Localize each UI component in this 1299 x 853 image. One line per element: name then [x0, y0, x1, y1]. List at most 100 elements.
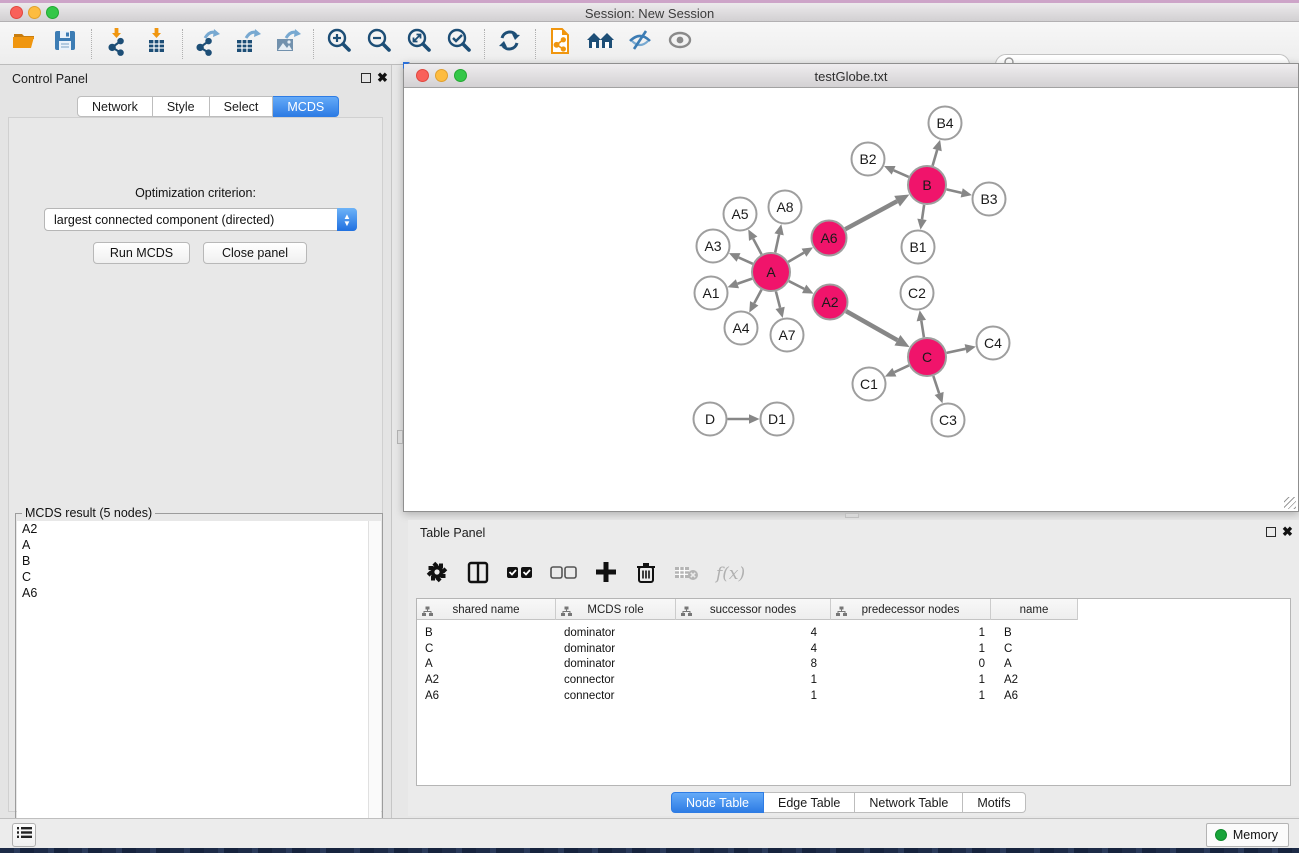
import-network-icon	[102, 25, 132, 62]
cell-predecessor_nodes: 1	[831, 688, 991, 704]
close-icon[interactable]: ✖	[1282, 527, 1293, 537]
export-network-button[interactable]	[188, 26, 228, 62]
column-header-successor-nodes[interactable]: successor nodes	[676, 599, 831, 620]
add-column-button[interactable]	[594, 559, 618, 590]
cell-shared_name: A6	[417, 688, 556, 704]
save-session-button[interactable]	[46, 26, 86, 62]
graph-node-A7[interactable]: A7	[771, 319, 804, 352]
graph-node-B1[interactable]: B1	[902, 231, 935, 264]
cell-shared_name: A	[417, 656, 556, 672]
delete-column-button[interactable]	[634, 559, 658, 590]
tab-style[interactable]: Style	[153, 96, 210, 117]
cell-mcds_role: dominator	[556, 641, 676, 657]
tab-edge-table[interactable]: Edge Table	[764, 792, 855, 813]
svg-text:D: D	[705, 411, 715, 427]
column-header-shared-name[interactable]: shared name	[417, 599, 556, 620]
mcds-result-item[interactable]: C	[17, 569, 369, 585]
graph-node-A8[interactable]: A8	[769, 191, 802, 224]
mcds-result-item[interactable]: B	[17, 553, 369, 569]
graph-node-D1[interactable]: D1	[761, 403, 794, 436]
svg-text:C: C	[922, 349, 932, 365]
graph-node-B2[interactable]: B2	[852, 143, 885, 176]
close-panel-button[interactable]: Close panel	[203, 242, 307, 264]
delete-table-button[interactable]	[674, 559, 700, 590]
memory-button[interactable]: Memory	[1206, 823, 1289, 847]
tab-select[interactable]: Select	[210, 96, 274, 117]
graph-node-A1[interactable]: A1	[695, 277, 728, 310]
task-history-button[interactable]	[12, 823, 36, 847]
tab-node-table[interactable]: Node Table	[671, 792, 764, 813]
table-row[interactable]: Bdominator41B	[417, 625, 1078, 641]
optimization-criterion-dropdown[interactable]: largest connected component (directed) ▲…	[44, 208, 357, 231]
splitter-handle-horizontal[interactable]	[845, 513, 859, 518]
function-builder-button[interactable]: f(x)	[716, 564, 745, 584]
zoom-in-button[interactable]	[319, 26, 359, 62]
zoom-fit-button[interactable]	[399, 26, 439, 62]
graph-node-A4[interactable]: A4	[725, 312, 758, 345]
toolbar-icon-strip	[6, 22, 701, 65]
settings-gear-button[interactable]	[426, 559, 450, 590]
network-window-titlebar[interactable]: testGlobe.txt	[404, 64, 1298, 88]
float-icon[interactable]	[361, 73, 371, 83]
graph-node-C1[interactable]: C1	[853, 368, 886, 401]
graph-node-B[interactable]: B	[908, 166, 946, 204]
cell-predecessor_nodes: 1	[831, 641, 991, 657]
float-icon[interactable]	[1266, 527, 1276, 537]
show-graphics-eye-button[interactable]	[661, 26, 701, 62]
graph-node-B3[interactable]: B3	[973, 183, 1006, 216]
graph-node-B4[interactable]: B4	[929, 107, 962, 140]
export-table-button[interactable]	[228, 26, 268, 62]
graph-node-A5[interactable]: A5	[724, 198, 757, 231]
resize-grip[interactable]	[1284, 497, 1296, 509]
graph-node-A3[interactable]: A3	[697, 230, 730, 263]
tab-network-table[interactable]: Network Table	[855, 792, 963, 813]
tab-motifs[interactable]: Motifs	[963, 792, 1025, 813]
refresh-layout-button[interactable]	[490, 26, 530, 62]
import-table-button[interactable]	[137, 26, 177, 62]
mcds-result-item[interactable]: A	[17, 537, 369, 553]
node-table[interactable]: shared nameMCDS rolesuccessor nodesprede…	[416, 598, 1291, 786]
graph-node-A6[interactable]: A6	[812, 221, 847, 256]
import-table-icon	[142, 25, 172, 62]
graph-node-C[interactable]: C	[908, 338, 946, 376]
mcds-result-item[interactable]: A2	[17, 521, 369, 537]
graph-node-A2[interactable]: A2	[813, 285, 848, 320]
column-layout-button[interactable]	[466, 559, 490, 590]
graph-node-C4[interactable]: C4	[977, 327, 1010, 360]
network-graph-canvas[interactable]: A B C A2 A6 A1 A3 A4 A5 A7 A8 B1 B2 B3 B4 C1 C2 C3 C4 D D1	[404, 88, 1298, 511]
select-all-checks-button[interactable]	[506, 559, 534, 590]
mcds-result-scrollbar[interactable]	[368, 521, 381, 851]
zoom-selected-button[interactable]	[439, 26, 479, 62]
new-network-file-button[interactable]	[541, 26, 581, 62]
table-panel: Table Panel ✖ f(x) shared nameMCDS roles…	[408, 520, 1299, 816]
mcds-result-item[interactable]: A6	[17, 585, 369, 601]
import-network-button[interactable]	[97, 26, 137, 62]
graph-node-C2[interactable]: C2	[901, 277, 934, 310]
table-row[interactable]: Cdominator41C	[417, 641, 1078, 657]
table-row[interactable]: Adominator80A	[417, 656, 1078, 672]
mcds-result-list[interactable]: A2ABCA6	[17, 521, 369, 851]
column-header-predecessor-nodes[interactable]: predecessor nodes	[831, 599, 991, 620]
hide-graphics-eye-button[interactable]	[621, 26, 661, 62]
tab-mcds[interactable]: MCDS	[273, 96, 339, 117]
graph-node-D[interactable]: D	[694, 403, 727, 436]
column-header-MCDS-role[interactable]: MCDS role	[556, 599, 676, 620]
graph-node-C3[interactable]: C3	[932, 404, 965, 437]
tab-network[interactable]: Network	[77, 96, 153, 117]
graph-node-A[interactable]: A	[752, 253, 790, 291]
dropdown-stepper-icon: ▲▼	[337, 208, 357, 231]
table-row[interactable]: A6connector11A6	[417, 688, 1078, 704]
svg-text:A5: A5	[731, 206, 748, 222]
column-header-name[interactable]: name	[991, 599, 1078, 620]
deselect-all-checks-button[interactable]	[550, 559, 578, 590]
toolbar-separator	[313, 29, 314, 59]
close-icon[interactable]: ✖	[377, 73, 388, 83]
run-mcds-button[interactable]: Run MCDS	[93, 242, 190, 264]
open-session-button[interactable]	[6, 26, 46, 62]
houses-button[interactable]	[581, 26, 621, 62]
export-image-button[interactable]	[268, 26, 308, 62]
svg-text:A6: A6	[820, 230, 837, 246]
table-row[interactable]: A2connector11A2	[417, 672, 1078, 688]
splitter-handle-vertical[interactable]	[397, 430, 403, 444]
zoom-out-button[interactable]	[359, 26, 399, 62]
